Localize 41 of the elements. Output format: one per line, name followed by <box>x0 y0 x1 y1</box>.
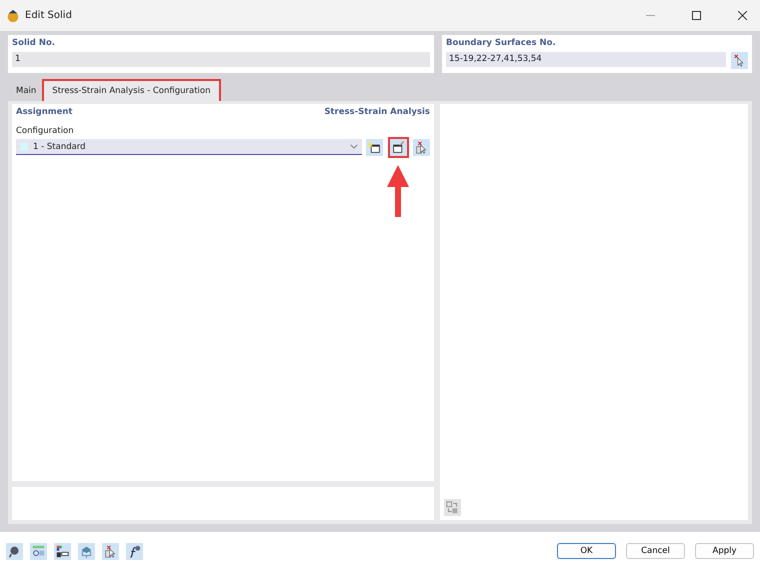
field-label: Boundary Surfaces No. <box>446 38 557 48</box>
transform-icon <box>446 501 459 514</box>
solid-number-field[interactable]: 1 <box>12 52 430 67</box>
formula-button[interactable] <box>126 542 143 560</box>
help-icon <box>8 544 21 558</box>
close-icon[interactable] <box>738 11 747 20</box>
help-button[interactable] <box>6 542 23 560</box>
tab[interactable]: Main <box>8 81 44 101</box>
edit-button[interactable] <box>390 139 406 156</box>
section-title: Assignment <box>16 107 72 117</box>
display-icon <box>56 544 69 558</box>
cursor-icon <box>415 141 428 154</box>
boundary-surfaces-field[interactable]: 15-19,22-27,41,53,54 <box>446 52 726 67</box>
dialog-button[interactable]: Cancel <box>626 543 685 559</box>
window-title: Edit Solid <box>25 10 72 21</box>
pick-button[interactable] <box>413 139 430 156</box>
configuration-label: Configuration <box>16 126 75 136</box>
configuration-dropdown[interactable]: 1 - Standard <box>16 139 362 155</box>
display-button[interactable] <box>54 542 71 560</box>
view-icon <box>80 544 93 558</box>
field-label: Solid No. <box>12 38 56 48</box>
new-window-icon <box>368 141 381 154</box>
pick-button[interactable] <box>731 52 748 69</box>
app-icon <box>6 8 20 22</box>
cursor-icon <box>733 54 746 67</box>
configuration-value: 1 - Standard <box>33 142 87 152</box>
cursor-icon <box>104 544 117 558</box>
units-icon <box>32 544 45 558</box>
dialog-button[interactable]: OK <box>557 543 616 559</box>
formula-icon <box>128 544 141 558</box>
dialog-button[interactable]: Apply <box>695 543 754 559</box>
view-button[interactable] <box>78 542 95 560</box>
maximize-icon[interactable] <box>692 11 701 20</box>
pick-button[interactable] <box>102 542 119 560</box>
edit-window-icon <box>392 141 404 154</box>
view-button[interactable] <box>444 499 461 516</box>
new-button[interactable] <box>366 139 383 156</box>
tab[interactable]: Stress-Strain Analysis - Configuration <box>44 81 219 101</box>
units-button[interactable] <box>30 542 47 560</box>
section-subtitle: Stress-Strain Analysis <box>324 107 430 117</box>
chevron-down-icon <box>350 144 358 149</box>
